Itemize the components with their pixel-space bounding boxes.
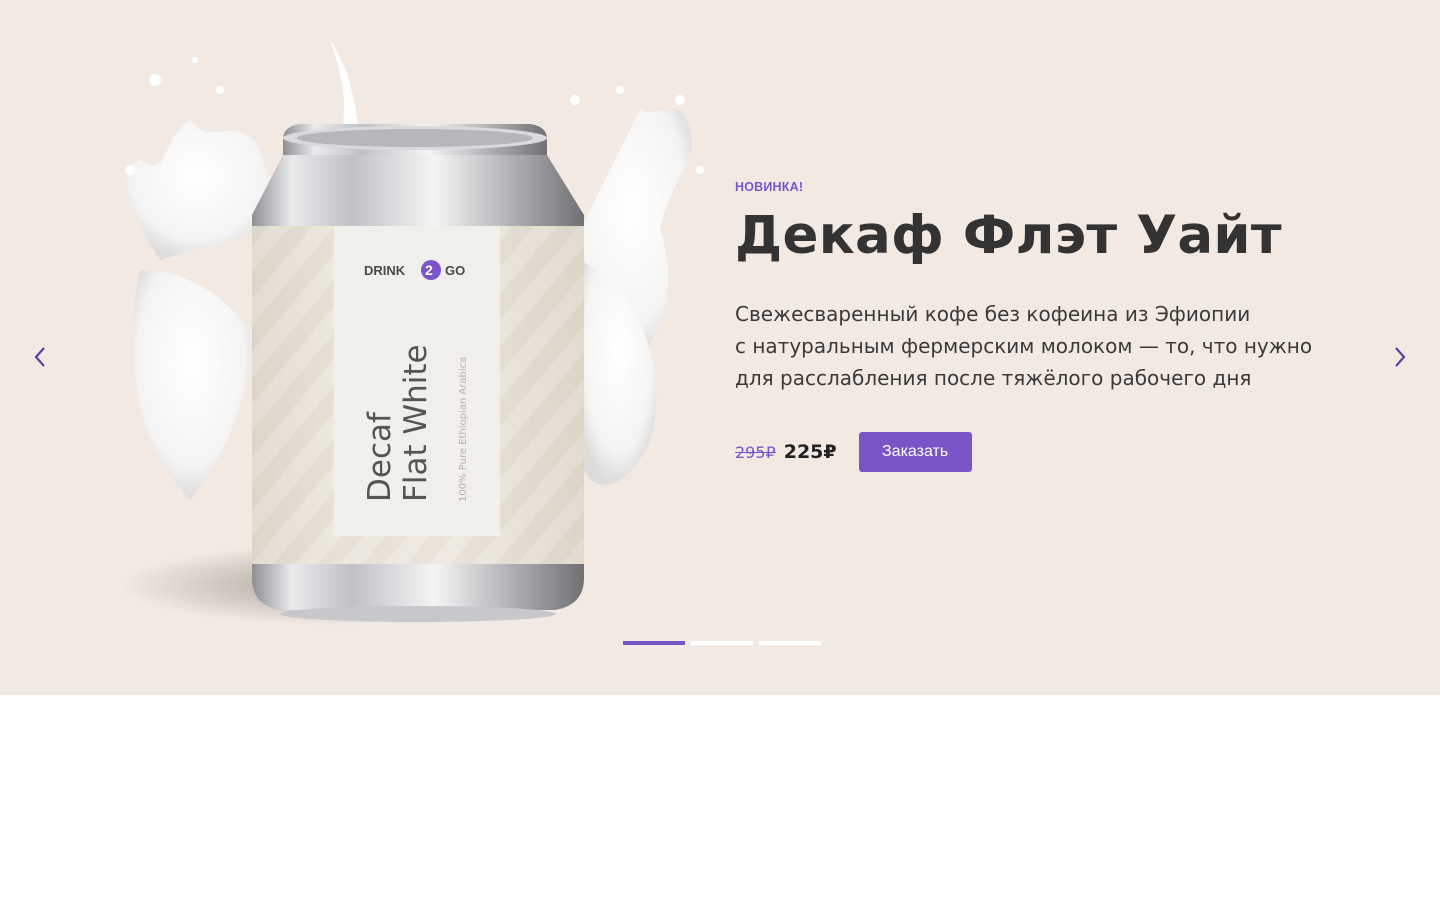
slider-pagination <box>623 641 821 645</box>
chevron-right-icon <box>1395 347 1406 367</box>
chevron-left-icon <box>34 347 45 367</box>
description-line: с натуральным фермерским молоком — то, ч… <box>735 334 1313 358</box>
order-button[interactable]: Заказать <box>858 432 972 472</box>
prev-slide-button[interactable] <box>25 340 55 374</box>
can-brand-mid: 2 <box>425 262 433 278</box>
can-name-line2: Flat White <box>398 344 434 502</box>
slide-dot-2[interactable] <box>691 641 753 645</box>
description-line: Свежесваренный кофе без кофеина из Эфиоп… <box>735 302 1251 326</box>
next-slide-button[interactable] <box>1385 340 1415 374</box>
slide-content: НОВИНКА! Декаф Флэт Уайт Свежесваренный … <box>735 180 1375 472</box>
page-below-slider <box>0 695 1440 903</box>
slide-dot-3[interactable] <box>759 641 821 645</box>
new-badge: НОВИНКА! <box>735 180 804 194</box>
hero-slider: DRINK 2 GO Decaf Flat White 100% Pure Et… <box>0 0 1440 695</box>
old-price: 295₽ <box>735 442 776 462</box>
can-brand-left: DRINK <box>364 263 406 278</box>
can-brand-right: GO <box>445 263 465 278</box>
product-title: Декаф Флэт Уайт <box>735 205 1282 266</box>
can-name-line1: Decaf <box>362 411 398 502</box>
buy-row: 295₽ 225₽ Заказать <box>735 432 1375 472</box>
can-subtitle: 100% Pure Ethiopian Arabica <box>458 357 469 502</box>
description-line: для расслабления после тяжёлого рабочего… <box>735 366 1252 390</box>
can-illustration: DRINK 2 GO Decaf Flat White 100% Pure Et… <box>120 40 704 625</box>
slide-dot-1[interactable] <box>623 641 685 645</box>
product-image: DRINK 2 GO Decaf Flat White 100% Pure Et… <box>100 30 720 630</box>
new-price: 225₽ <box>783 441 837 463</box>
product-description: Свежесваренный кофе без кофеина из Эфиоп… <box>735 298 1355 394</box>
